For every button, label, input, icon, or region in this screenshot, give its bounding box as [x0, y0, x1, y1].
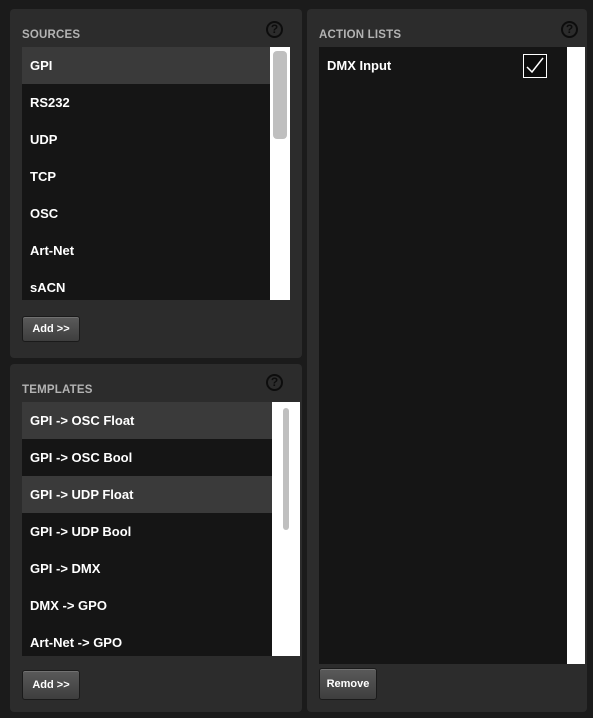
list-item[interactable]: UDP	[22, 121, 290, 158]
list-item[interactable]: RS232	[22, 84, 290, 121]
list-item[interactable]: GPI -> UDP Bool	[22, 513, 300, 550]
add-source-button[interactable]: Add >>	[22, 316, 80, 342]
list-item[interactable]: GPI -> UDP Float	[22, 476, 300, 513]
help-icon[interactable]: ?	[561, 21, 578, 38]
scrollbar[interactable]	[272, 402, 300, 656]
help-icon[interactable]: ?	[266, 21, 283, 38]
templates-panel: TEMPLATES ? GPI -> OSC Float GPI -> OSC …	[10, 364, 302, 712]
scrollbar[interactable]	[567, 47, 585, 664]
sources-panel: SOURCES ? GPI RS232 UDP TCP OSC Art-Net …	[10, 9, 302, 358]
scrollbar[interactable]	[270, 47, 290, 300]
enabled-checkbox[interactable]	[523, 54, 547, 78]
list-item[interactable]: GPI	[22, 47, 290, 84]
checkmark-icon	[526, 57, 544, 74]
list-item[interactable]: Art-Net -> GPO	[22, 624, 300, 656]
sources-title: SOURCES	[22, 29, 81, 41]
list-item[interactable]: GPI -> OSC Float	[22, 402, 300, 439]
scrollbar-thumb[interactable]	[283, 408, 289, 530]
sources-list: GPI RS232 UDP TCP OSC Art-Net sACN	[22, 47, 290, 300]
action-list-item-label: DMX Input	[327, 58, 392, 73]
scrollbar-thumb[interactable]	[273, 51, 287, 139]
remove-button[interactable]: Remove	[319, 668, 377, 700]
action-lists-title: ACTION LISTS	[319, 29, 402, 41]
templates-list: GPI -> OSC Float GPI -> OSC Bool GPI -> …	[22, 402, 300, 656]
list-item[interactable]: OSC	[22, 195, 290, 232]
action-lists-panel: ACTION LISTS ? DMX Input Remove	[307, 9, 587, 712]
list-item[interactable]: sACN	[22, 269, 290, 300]
action-list-item[interactable]: DMX Input	[319, 47, 585, 84]
templates-title: TEMPLATES	[22, 384, 93, 396]
list-item[interactable]: DMX -> GPO	[22, 587, 300, 624]
list-item[interactable]: Art-Net	[22, 232, 290, 269]
add-template-button[interactable]: Add >>	[22, 670, 80, 700]
help-icon[interactable]: ?	[266, 374, 283, 391]
list-item[interactable]: GPI -> OSC Bool	[22, 439, 300, 476]
action-lists-list: DMX Input	[319, 47, 585, 664]
list-item[interactable]: TCP	[22, 158, 290, 195]
list-item[interactable]: GPI -> DMX	[22, 550, 300, 587]
